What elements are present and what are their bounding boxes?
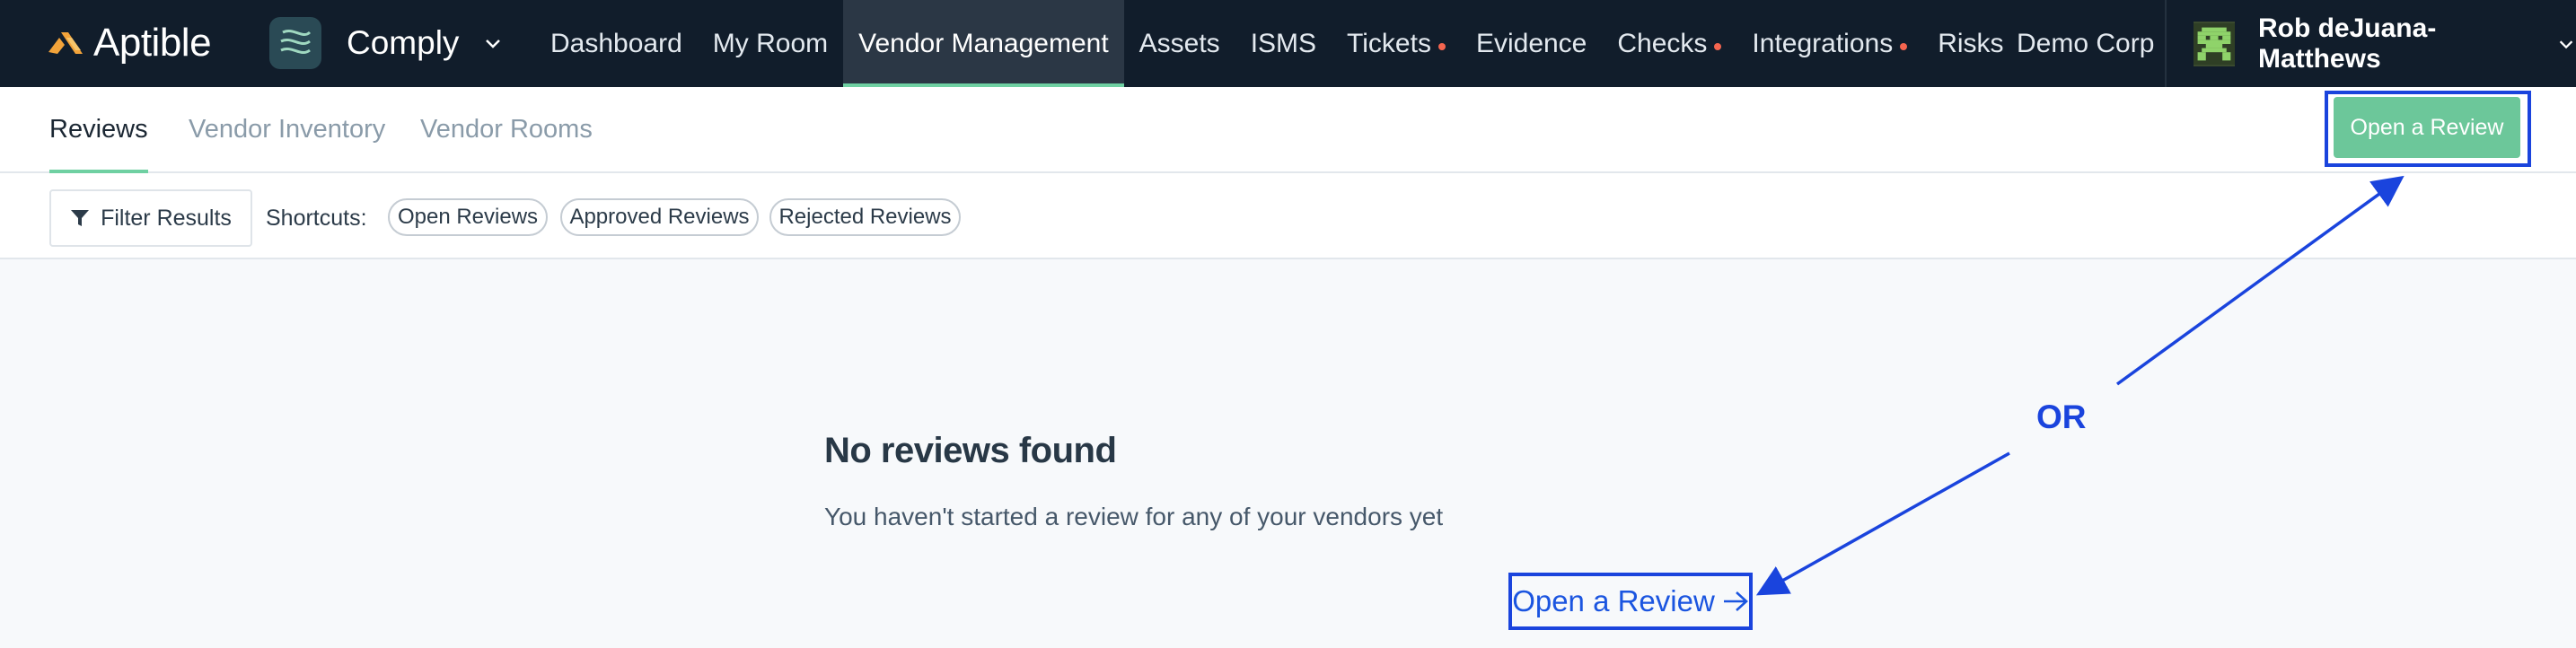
nav-item-assets[interactable]: Assets [1124,0,1235,87]
empty-state-subtitle: You haven't started a review for any of … [824,503,1444,530]
tab-reviews[interactable]: Reviews [49,87,148,173]
product-name: Comply [347,24,460,61]
filter-icon [71,210,90,226]
nav-label: ISMS [1250,28,1317,58]
product-switcher[interactable]: Comply [269,16,504,70]
nav-item-tickets[interactable]: Tickets [1332,0,1461,87]
nav-label: My Room [712,28,829,58]
shortcut-approved-reviews[interactable]: Approved Reviews [560,198,759,236]
nav-label: Integrations [1752,28,1894,58]
annotation-or-label: OR [2036,398,2087,435]
top-navigation-bar: Aptible Comply Dashboard My Room Vendor … [0,0,2576,87]
notification-dot [1714,42,1722,50]
empty-state-title: No reviews found [824,431,1117,470]
notification-dot [1900,42,1908,50]
nav-item-isms[interactable]: ISMS [1235,0,1332,87]
shortcut-rejected-reviews[interactable]: Rejected Reviews [769,198,961,236]
brand[interactable]: Aptible [45,20,212,66]
nav-label: Vendor Management [858,28,1109,58]
user-name: Rob deJuana-Matthews [2257,13,2437,74]
filter-bar: Filter Results Shortcuts: Open Reviews A… [0,173,2576,259]
nav-label: Assets [1139,28,1220,58]
tab-vendor-rooms[interactable]: Vendor Rooms [420,87,593,171]
nav-divider [2165,0,2167,87]
annotation-highlight-box [2325,91,2531,167]
filter-results-button[interactable]: Filter Results [49,189,252,247]
comply-logo-icon [269,17,321,69]
org-name[interactable]: Demo Corp [2017,0,2154,87]
chevron-down-icon [2559,40,2573,49]
nav-label: Risks [1938,28,2004,58]
open-review-link[interactable]: Open a Review [1508,573,1753,630]
chevron-down-icon [486,39,501,48]
brand-name: Aptible [93,21,212,65]
tab-vendor-inventory[interactable]: Vendor Inventory [189,87,385,171]
notification-dot [1437,42,1446,50]
annotation-arrow-down [1755,451,2010,596]
main-nav: Dashboard My Room Vendor Management Asse… [535,0,2019,87]
open-review-link-label: Open a Review [1512,584,1715,617]
avatar [2194,22,2235,66]
nav-item-evidence[interactable]: Evidence [1461,0,1602,87]
nav-item-integrations[interactable]: Integrations [1736,0,1922,87]
nav-item-checks[interactable]: Checks [1602,0,1736,87]
shortcut-open-reviews[interactable]: Open Reviews [388,198,548,236]
aptible-logo-icon [48,32,83,54]
vendor-tabs: Reviews Vendor Inventory Vendor Rooms [0,87,2576,173]
shortcuts-label: Shortcuts: [266,206,367,231]
nav-item-my-room[interactable]: My Room [698,0,843,87]
nav-label: Dashboard [550,28,682,58]
nav-item-risks[interactable]: Risks [1922,0,2018,87]
arrow-right-icon [1723,591,1748,611]
nav-item-vendor-management[interactable]: Vendor Management [843,0,1124,87]
nav-label: Tickets [1347,28,1431,58]
nav-item-dashboard[interactable]: Dashboard [535,0,698,87]
user-menu[interactable]: Rob deJuana-Matthews [2194,13,2576,74]
nav-label: Evidence [1475,28,1587,58]
filter-results-label: Filter Results [101,205,232,231]
nav-label: Checks [1617,28,1708,58]
